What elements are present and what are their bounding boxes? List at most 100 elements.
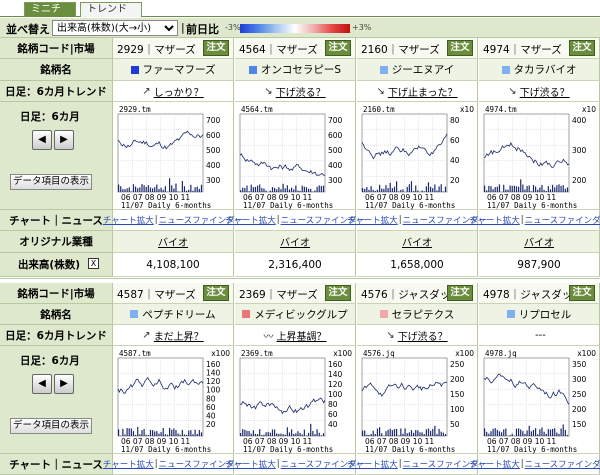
item-display-button[interactable]: データ項目の表示 <box>10 174 92 190</box>
volume-bar <box>181 429 183 436</box>
volume-bar <box>511 185 513 192</box>
chart-zoom-link[interactable]: チャート拡大 <box>225 458 276 470</box>
industry-link[interactable]: バイオ <box>402 234 432 249</box>
chart-symbol-label: 4974.tm <box>485 105 517 114</box>
chart-zoom-link[interactable]: チャート拡大 <box>469 458 520 470</box>
order-button[interactable]: 注文 <box>447 40 473 56</box>
volume-bar <box>421 432 423 436</box>
mini-chart[interactable]: 4978.jq x100 350 300 250 200 150 06 07 08 09 10… <box>479 346 600 454</box>
order-button[interactable]: 注文 <box>203 285 229 301</box>
y-tick-label: 300 <box>572 375 587 384</box>
y-tick-label: 100 <box>450 405 465 414</box>
trend-link: --- <box>535 329 546 341</box>
mini-chart[interactable]: 2929.tm 700 600 500 400 300 06 07 08 09 10 11 1… <box>113 102 234 210</box>
trend-link[interactable]: 下げ渋る？ <box>276 84 326 99</box>
code-row-2: 銘柄コード|市場 4587｜マザーズ 注文 2369｜マザーズ 注文 4576｜ジャ… <box>0 283 600 304</box>
volume-bar <box>276 433 278 436</box>
order-button[interactable]: 注文 <box>325 285 351 301</box>
next-arrow-icon[interactable]: ▶ <box>54 130 74 150</box>
chart-symbol-label: 4564.tm <box>241 105 273 114</box>
volume-bar <box>515 186 518 192</box>
mini-chart[interactable]: 4564.tm 700 600 500 400 300 06 07 08 09 10 11 1… <box>235 102 356 210</box>
news-finder-link[interactable]: ニュースファインダー <box>525 458 600 470</box>
volume-bar <box>271 187 274 192</box>
order-button[interactable]: 注文 <box>569 40 595 56</box>
volume-bar <box>143 428 145 436</box>
volume-bar <box>250 184 252 192</box>
volume-bar <box>284 188 286 192</box>
order-button[interactable]: 注文 <box>325 40 351 56</box>
chart-symbol-label: 4576.jq <box>363 349 395 358</box>
volume-bar <box>417 190 419 192</box>
volume-bar <box>387 429 389 436</box>
chart-zoom-link[interactable]: チャート拡大 <box>469 214 520 226</box>
industry-link[interactable]: バイオ <box>280 234 310 249</box>
volume-bar <box>528 425 530 436</box>
volume-bar <box>242 187 244 192</box>
news-finder-link[interactable]: ニュースファインダー <box>525 214 600 226</box>
volume-bar <box>406 186 408 192</box>
remove-column-button[interactable]: X <box>88 258 99 269</box>
industry-link[interactable]: バイオ <box>158 234 188 249</box>
chart-footer-label: 11/07 Daily 6-months <box>365 445 455 454</box>
y-tick-label: 700 <box>328 116 343 125</box>
volume-bar <box>192 434 194 436</box>
volume-bar <box>438 428 440 436</box>
mini-chart[interactable]: 4576.jq x100 250 200 150 100 50 06 07 08 09 10 … <box>357 346 478 454</box>
volume-bar <box>301 185 303 192</box>
order-button[interactable]: 注文 <box>203 40 229 56</box>
volume-bar <box>372 430 374 436</box>
item-display-button[interactable]: データ項目の表示 <box>10 418 92 434</box>
volume-bar <box>423 434 425 436</box>
volume-bar <box>442 432 444 436</box>
volume-bar <box>318 185 320 192</box>
volume-bar <box>291 187 293 192</box>
volume-bar <box>535 428 537 436</box>
volume-bar <box>118 429 120 436</box>
volume-bar <box>284 434 286 436</box>
change-color-square <box>242 310 251 318</box>
volume-bar <box>490 186 492 192</box>
chart-zoom-link[interactable]: チャート拡大 <box>103 458 154 470</box>
tab-trend-chart[interactable]: トレンドチャート <box>80 2 142 29</box>
sort-select[interactable]: 出来高(株数)(大→小) <box>52 20 178 36</box>
change-color-square <box>379 310 388 318</box>
volume-bar <box>141 184 143 192</box>
industry-link[interactable]: バイオ <box>524 234 554 249</box>
trend-link[interactable]: まだ上昇？ <box>154 328 204 343</box>
stock-code: 4974｜マザーズ <box>483 44 562 56</box>
change-color-square <box>501 65 510 74</box>
order-button[interactable]: 注文 <box>569 285 595 301</box>
volume-value: 1,658,000 <box>390 258 444 271</box>
stock-code: 2929｜マザーズ <box>117 44 196 56</box>
volume-bar <box>564 188 566 192</box>
mini-chart[interactable]: 2369.tm x100 160 140 120 100 80 60 40 06 07 08 09… <box>235 346 356 454</box>
chart-zoom-link[interactable]: チャート拡大 <box>347 458 398 470</box>
volume-bar <box>259 184 261 192</box>
chart-zoom-link[interactable]: チャート拡大 <box>347 214 398 226</box>
chart-footer-label: 11/07 Daily 6-months <box>121 201 211 210</box>
trend-link[interactable]: 上昇基調？ <box>277 328 327 343</box>
trend-link[interactable]: しっかり？ <box>154 84 204 99</box>
volume-bar <box>196 186 198 192</box>
volume-bar <box>436 190 438 192</box>
volume-bar <box>263 434 265 436</box>
volume-bar <box>421 190 423 192</box>
tab-mini-chart[interactable]: ミニチャート <box>24 2 76 29</box>
trend-link[interactable]: 下げ渋る？ <box>520 84 570 99</box>
prev-arrow-icon[interactable]: ◀ <box>32 374 52 394</box>
order-button[interactable]: 注文 <box>447 285 473 301</box>
chart-zoom-link[interactable]: チャート拡大 <box>225 214 276 226</box>
mini-chart[interactable]: 2160.tm x10 80 60 40 20 06 07 08 09 10 11 11/07… <box>357 102 478 210</box>
volume-bar <box>436 433 438 436</box>
prev-arrow-icon[interactable]: ◀ <box>32 130 52 150</box>
chart-zoom-link[interactable]: チャート拡大 <box>103 214 154 226</box>
mini-chart[interactable]: 4587.tm x100 160 140 120 100 80 60 40 20 06 07 08 … <box>113 346 234 454</box>
volume-bar <box>118 184 120 192</box>
volume-bar <box>432 188 434 192</box>
mini-chart[interactable]: 4974.tm x10 400 300 200 06 07 08 09 10 11 11/0… <box>479 102 600 210</box>
chart-scale-label: x100 <box>333 349 352 358</box>
trend-link[interactable]: 下げ止まった？ <box>388 84 458 99</box>
next-arrow-icon[interactable]: ▶ <box>54 374 74 394</box>
trend-link[interactable]: 下げ渋る？ <box>398 328 448 343</box>
